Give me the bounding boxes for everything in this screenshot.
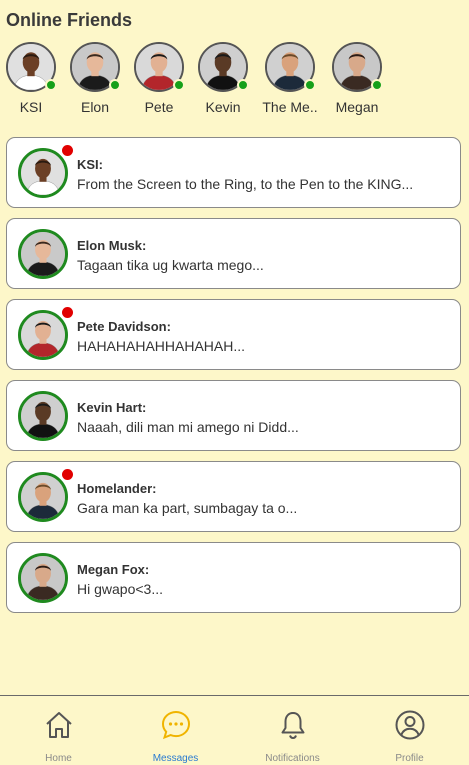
home-icon <box>45 712 72 738</box>
online-status-dot <box>304 79 316 91</box>
online-status-dot <box>371 79 383 91</box>
unread-indicator <box>62 469 73 480</box>
chat-item[interactable]: Elon Musk: Tagaan tika ug kwarta mego... <box>6 218 461 289</box>
chat-last-message: Naaah, dili man mi amego ni Didd... <box>77 419 299 435</box>
online-friend[interactable]: Pete <box>127 42 191 115</box>
online-friend[interactable]: Megan <box>325 42 389 115</box>
avatar <box>18 553 68 603</box>
chat-last-message: HAHAHAHAHHAHAHAH... <box>77 338 246 354</box>
online-friend-name: Elon <box>80 99 110 115</box>
chat-item[interactable]: Megan Fox: Hi gwapo<3... <box>6 542 461 613</box>
chat-contact-name: Kevin Hart: <box>77 400 147 415</box>
chat-last-message: From the Screen to the Ring, to the Pen … <box>77 176 414 192</box>
nav-notifications-label: Notifications <box>265 753 320 764</box>
online-friend-name: Megan <box>335 99 379 115</box>
online-friends-row: KSI Elon Pete Kevin The Me.. Megan <box>0 42 469 122</box>
online-status-dot <box>109 79 121 91</box>
chat-item[interactable]: Homelander: Gara man ka part, sumbagay t… <box>6 461 461 532</box>
online-friend[interactable]: Elon <box>63 42 127 115</box>
avatar <box>18 148 68 198</box>
chat-contact-name: KSI: <box>77 157 103 172</box>
chat-last-message: Hi gwapo<3... <box>77 581 163 597</box>
online-friend-name: KSI <box>19 99 43 115</box>
chat-contact-name: Elon Musk: <box>77 238 147 253</box>
online-friend-name: Pete <box>144 99 174 115</box>
online-status-dot <box>237 79 249 91</box>
nav-profile[interactable]: Profile <box>351 696 468 765</box>
unread-indicator <box>62 307 73 318</box>
chat-contact-name: Megan Fox: <box>77 562 150 577</box>
avatar <box>18 229 68 279</box>
nav-home-label: Home <box>45 753 72 764</box>
user-circle-icon <box>395 710 424 740</box>
nav-profile-label: Profile <box>395 753 424 764</box>
online-status-dot <box>45 79 57 91</box>
online-friend[interactable]: KSI <box>0 42 63 115</box>
online-friends-title: Online Friends <box>6 10 133 30</box>
bell-icon <box>281 712 304 739</box>
chat-list: KSI: From the Screen to the Ring, to the… <box>6 137 461 623</box>
online-friend[interactable]: The Me.. <box>258 42 322 115</box>
unread-indicator <box>62 145 73 156</box>
nav-notifications[interactable]: Notifications <box>234 696 351 765</box>
chat-item[interactable]: KSI: From the Screen to the Ring, to the… <box>6 137 461 208</box>
nav-messages-label: Messages <box>152 753 199 764</box>
online-friend-name: Kevin <box>205 99 241 115</box>
nav-home[interactable]: Home <box>0 696 117 765</box>
chat-item[interactable]: Pete Davidson: HAHAHAHAHHAHAHAH... <box>6 299 461 370</box>
chat-last-message: Tagaan tika ug kwarta mego... <box>77 257 264 273</box>
avatar <box>18 472 68 522</box>
online-status-dot <box>173 79 185 91</box>
online-friend-name: The Me.. <box>262 99 318 115</box>
chat-bubble-icon <box>161 710 190 740</box>
avatar <box>18 310 68 360</box>
chat-contact-name: Homelander: <box>77 481 157 496</box>
chat-contact-name: Pete Davidson: <box>77 319 171 334</box>
online-friend[interactable]: Kevin <box>191 42 255 115</box>
nav-messages[interactable]: Messages <box>117 696 234 765</box>
chat-last-message: Gara man ka part, sumbagay ta o... <box>77 500 298 516</box>
avatar <box>18 391 68 441</box>
chat-item[interactable]: Kevin Hart: Naaah, dili man mi amego ni … <box>6 380 461 451</box>
bottom-navigation: Home Messages Notifications Profile <box>0 695 469 765</box>
messages-screen: Online Friends KSI Elon Pete Kevin The M… <box>0 0 469 765</box>
